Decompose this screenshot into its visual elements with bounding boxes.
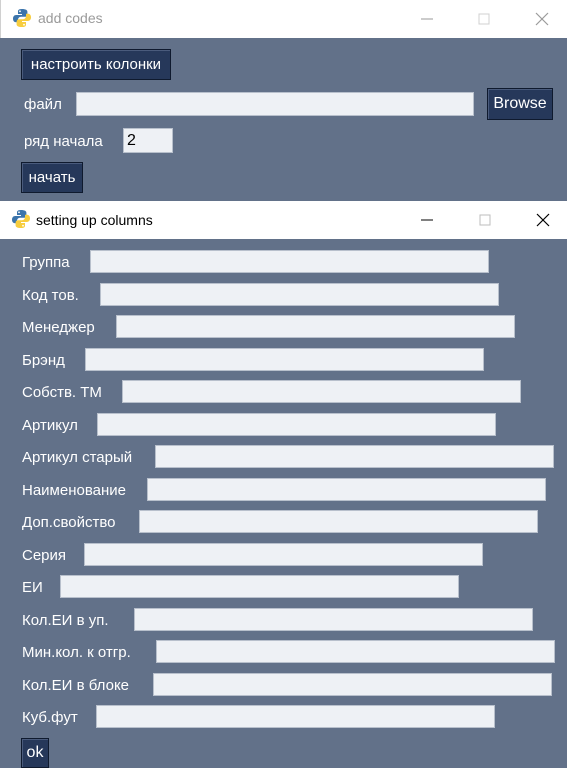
field-label-gruppa: Группа xyxy=(22,254,70,271)
field-input-gruppa[interactable] xyxy=(90,250,489,273)
field-input-dop-svoistvo[interactable] xyxy=(139,510,538,533)
field-label-sobstv-tm: Собств. ТМ xyxy=(22,384,102,401)
titlebar[interactable]: add codes xyxy=(0,0,567,38)
field-label-artikul: Артикул xyxy=(22,417,78,434)
field-label-kod-tov: Код тов. xyxy=(22,287,79,304)
field-input-seriya[interactable] xyxy=(84,543,483,566)
field-input-menedzher[interactable] xyxy=(116,315,515,338)
field-input-min-kol-k-otgr[interactable] xyxy=(156,640,555,663)
field-input-brend[interactable] xyxy=(85,348,484,371)
python-icon xyxy=(13,9,31,27)
browse-button[interactable]: Browse xyxy=(487,88,553,120)
titlebar[interactable]: setting up columns xyxy=(0,201,567,239)
columns-client: Группа Код тов. Менеджер Брэнд Собств. Т… xyxy=(0,239,567,768)
field-label-seriya: Серия xyxy=(22,547,67,564)
field-input-ei[interactable] xyxy=(60,575,459,598)
minimize-icon[interactable] xyxy=(417,210,437,230)
field-label-artikul-staryi: Артикул старый xyxy=(22,449,133,466)
add-codes-window: add codes настроить колонки файл Browse … xyxy=(0,0,567,201)
setup-columns-button[interactable]: настроить колонки xyxy=(21,49,171,80)
field-label-min-kol-k-otgr: Мин.кол. к отгр. xyxy=(22,644,131,661)
start-row-label: ряд начала xyxy=(24,133,103,150)
field-input-kub-fut[interactable] xyxy=(96,705,495,728)
field-label-ei: ЕИ xyxy=(22,579,43,596)
field-label-brend: Брэнд xyxy=(22,352,65,369)
field-input-kol-ei-v-up[interactable] xyxy=(134,608,533,631)
python-icon xyxy=(12,210,30,228)
close-icon[interactable] xyxy=(533,210,553,230)
window-title: add codes xyxy=(38,10,103,26)
file-label: файл xyxy=(24,96,62,113)
field-label-kol-ei-v-up: Кол.ЕИ в уп. xyxy=(22,612,109,629)
field-input-artikul[interactable] xyxy=(97,413,496,436)
field-label-naimenovanie: Наименование xyxy=(22,482,126,499)
maximize-icon[interactable] xyxy=(475,210,495,230)
field-label-kub-fut: Куб.фут xyxy=(22,709,78,726)
maximize-icon[interactable] xyxy=(474,9,494,29)
minimize-icon[interactable] xyxy=(417,9,437,29)
close-icon[interactable] xyxy=(532,9,552,29)
field-input-kod-tov[interactable] xyxy=(100,283,499,306)
start-row-input[interactable] xyxy=(123,128,173,153)
field-input-naimenovanie[interactable] xyxy=(147,478,546,501)
add-codes-client: настроить колонки файл Browse ряд начала… xyxy=(0,38,567,201)
file-path-input[interactable] xyxy=(76,92,474,116)
ok-button[interactable]: ok xyxy=(21,738,49,768)
field-input-artikul-staryi[interactable] xyxy=(155,445,554,468)
field-label-menedzher: Менеджер xyxy=(22,319,95,336)
field-input-sobstv-tm[interactable] xyxy=(122,380,521,403)
field-label-dop-svoistvo: Доп.свойство xyxy=(22,514,116,531)
start-button[interactable]: начать xyxy=(21,162,83,193)
setting-up-columns-window: setting up columns Группа Код тов. Менед… xyxy=(0,201,567,768)
field-label-kol-ei-v-bloke: Кол.ЕИ в блоке xyxy=(22,677,130,694)
field-input-kol-ei-v-bloke[interactable] xyxy=(153,673,552,696)
window-title: setting up columns xyxy=(36,212,153,228)
